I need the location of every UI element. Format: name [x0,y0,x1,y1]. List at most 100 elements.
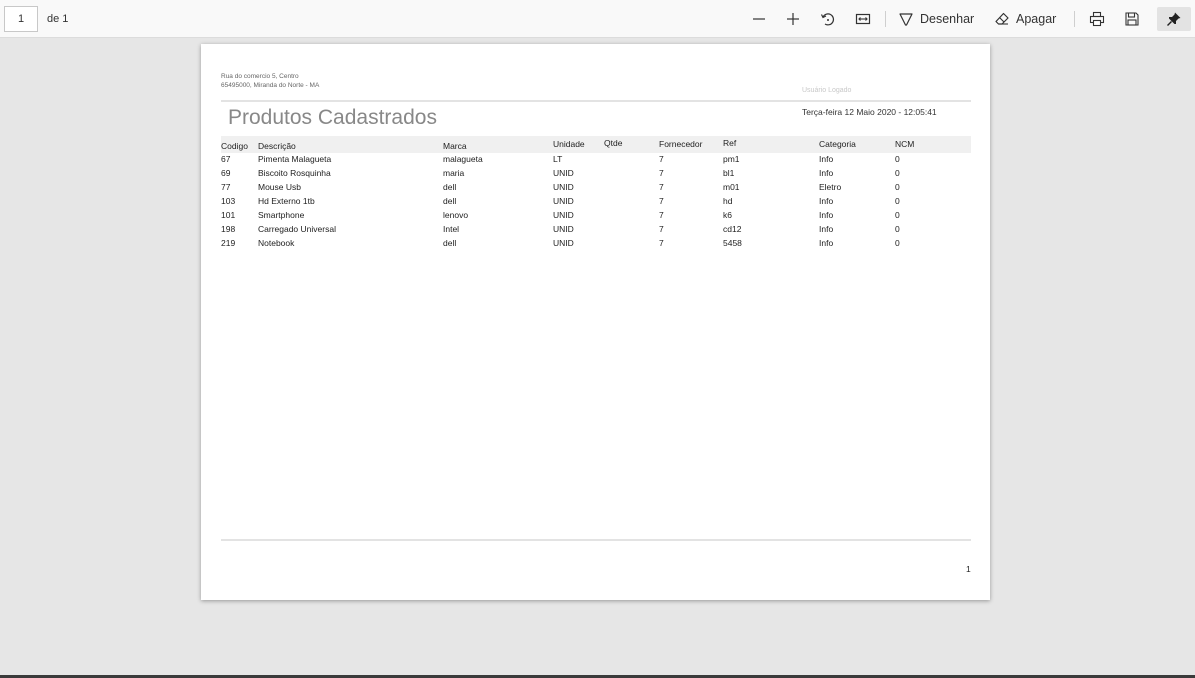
fit-width-button[interactable] [852,7,874,31]
page-count-label: de 1 [47,13,69,25]
cell-unidade: UNID [553,182,574,192]
report-title: Produtos Cadastrados [228,106,437,129]
table-header-background [221,136,971,153]
rotate-icon [820,13,835,26]
cell-ncm: 0 [895,224,900,234]
print-button[interactable] [1086,7,1108,31]
column-header-ref: Ref [723,138,737,148]
pdf-toolbar: 1 de 1 Desenhar Apagar [0,0,1195,38]
cell-fornecedor: 7 [659,210,664,220]
logged-user-label: Usuário Logado [802,87,852,94]
cell-categoria: Info [819,168,834,178]
cell-categoria: Eletro [819,182,842,192]
cell-descricao: Hd Externo 1tb [258,196,315,206]
erase-button[interactable]: Apagar [994,7,1056,31]
company-address-line2: 65495000, Miranda do Norte - MA [221,82,320,89]
cell-marca: dell [443,182,457,192]
column-header-ncm: NCM [895,139,915,149]
column-header-unidade: Unidade [553,139,585,149]
cell-unidade: UNID [553,238,574,248]
cell-ncm: 0 [895,196,900,206]
column-header-marca: Marca [443,141,467,151]
cell-marca: lenovo [443,210,469,220]
save-icon [1125,12,1139,26]
cell-ref: k6 [723,210,732,220]
cell-codigo: 101 [221,210,236,220]
cell-descricao: Carregado Universal [258,224,336,234]
column-header-categoria: Categoria [819,139,856,149]
draw-button[interactable]: Desenhar [898,7,974,31]
erase-label: Apagar [1016,12,1057,26]
cell-marca: Intel [443,224,460,234]
eraser-icon [995,12,1009,25]
draw-icon [899,13,913,26]
cell-unidade: UNID [553,210,574,220]
draw-label: Desenhar [920,12,975,26]
cell-ncm: 0 [895,168,900,178]
cell-categoria: Info [819,210,834,220]
plus-icon [787,13,799,25]
rotate-button[interactable] [817,7,839,31]
minus-icon [753,18,765,20]
cell-unidade: UNID [553,196,574,206]
cell-unidade: UNID [553,224,574,234]
cell-ncm: 0 [895,182,900,192]
pin-icon [1167,12,1181,26]
header-divider [221,100,971,102]
column-header-qtde: Qtde [604,138,623,148]
cell-marca: maria [443,168,465,178]
company-address-line1: Rua do comercio 5, Centro [221,73,299,80]
cell-fornecedor: 7 [659,168,664,178]
cell-ref: 5458 [723,238,742,248]
cell-ncm: 0 [895,210,900,220]
cell-ncm: 0 [895,238,900,248]
cell-marca: dell [443,196,457,206]
cell-codigo: 198 [221,224,236,234]
cell-unidade: LT [553,154,563,164]
report-page: Rua do comercio 5, Centro 65495000, Mira… [201,44,990,600]
cell-fornecedor: 7 [659,238,664,248]
footer-divider [221,539,971,541]
cell-ref: hd [723,196,733,206]
cell-descricao: Notebook [258,238,295,248]
cell-fornecedor: 7 [659,224,664,234]
cell-codigo: 69 [221,168,231,178]
page-number-footer: 1 [966,564,971,574]
cell-codigo: 219 [221,238,236,248]
zoom-in-button[interactable] [782,7,804,31]
cell-fornecedor: 7 [659,196,664,206]
cell-descricao: Pimenta Malagueta [258,154,332,164]
cell-ncm: 0 [895,154,900,164]
cell-marca: dell [443,238,457,248]
cell-descricao: Biscoito Rosquinha [258,168,331,178]
pin-toolbar-button[interactable] [1157,7,1191,31]
cell-ref: m01 [723,182,740,192]
save-button[interactable] [1121,7,1143,31]
cell-descricao: Mouse Usb [258,182,301,192]
cell-fornecedor: 7 [659,154,664,164]
toolbar-separator [1074,11,1075,27]
cell-categoria: Info [819,154,834,164]
cell-categoria: Info [819,224,834,234]
column-header-codigo: Codigo [221,141,248,151]
cell-codigo: 67 [221,154,231,164]
cell-marca: malagueta [443,154,483,164]
column-header-descricao: Descrição [258,141,296,151]
cell-fornecedor: 7 [659,182,664,192]
column-header-fornecedor: Fornecedor [659,139,703,149]
cell-ref: cd12 [723,224,742,234]
fit-width-icon [855,13,871,25]
cell-codigo: 103 [221,196,236,206]
cell-ref: pm1 [723,154,740,164]
cell-unidade: UNID [553,168,574,178]
cell-categoria: Info [819,238,834,248]
report-date: Terça-feira 12 Maio 2020 - 12:05:41 [802,107,937,117]
cell-descricao: Smartphone [258,210,305,220]
page-number-input[interactable]: 1 [4,6,38,32]
cell-ref: bl1 [723,168,735,178]
cell-categoria: Info [819,196,834,206]
print-icon [1089,11,1105,27]
zoom-out-button[interactable] [748,7,770,31]
cell-codigo: 77 [221,182,231,192]
toolbar-separator [885,11,886,27]
